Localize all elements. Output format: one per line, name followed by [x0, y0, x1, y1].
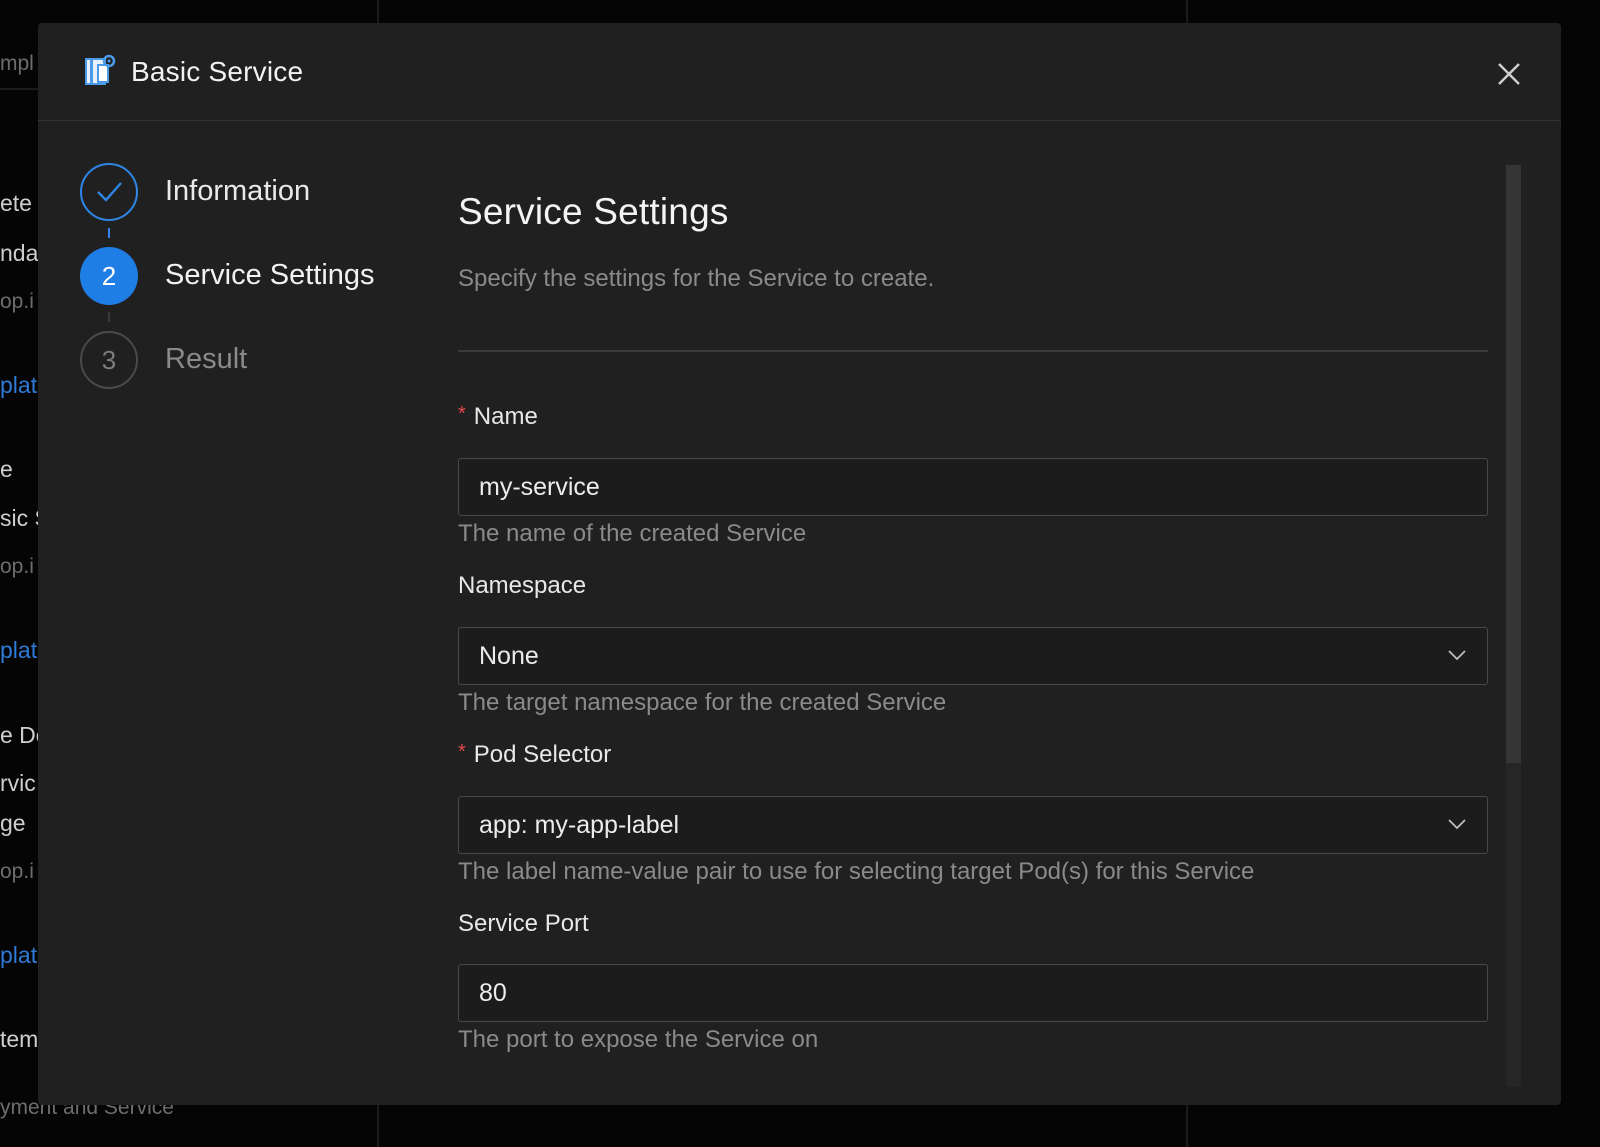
- bg-text: nda: [0, 240, 39, 266]
- step-label: Result: [165, 343, 248, 375]
- name-field-label: * Name: [458, 403, 538, 430]
- bg-text: op.i: [0, 860, 34, 883]
- pod-selector-selected-value: app: my-app-label: [479, 811, 680, 839]
- pod-selector-helper-text: The label name-value pair to use for sel…: [458, 858, 1255, 885]
- namespace-select[interactable]: None: [458, 627, 1488, 685]
- section-description: Specify the settings for the Service to …: [458, 265, 935, 292]
- step-number-badge: 2: [80, 247, 138, 305]
- service-port-input-wrapper: [458, 964, 1488, 1022]
- step-number-badge: 3: [80, 331, 138, 389]
- basic-service-dialog: Basic Service Information 2 Service Sett…: [38, 23, 1561, 1105]
- name-input-wrapper: [458, 458, 1488, 516]
- bg-text: op.i: [0, 290, 34, 313]
- name-input[interactable]: [459, 459, 1487, 515]
- pod-selector-select[interactable]: app: my-app-label: [458, 796, 1488, 854]
- bg-text: e: [0, 456, 13, 482]
- service-port-helper-text: The port to expose the Service on: [458, 1026, 819, 1053]
- step-complete-indicator: [80, 163, 138, 221]
- required-marker: *: [458, 403, 466, 425]
- chevron-down-icon: [1448, 650, 1466, 661]
- scrollbar-thumb[interactable]: [1506, 165, 1521, 763]
- chevron-down-icon: [1448, 819, 1466, 830]
- template-gear-icon: [83, 53, 117, 87]
- bg-text: rvic: [0, 770, 36, 796]
- bg-text: op.i: [0, 555, 34, 578]
- form-scrollbar[interactable]: [1506, 165, 1521, 1087]
- service-port-input[interactable]: [459, 965, 1487, 1021]
- service-port-field-label: Service Port: [458, 910, 589, 937]
- step-label: Information: [165, 175, 311, 207]
- step-label: Service Settings: [165, 259, 375, 291]
- bg-text: ete: [0, 190, 32, 216]
- name-helper-text: The name of the created Service: [458, 520, 807, 547]
- bg-row-divider: [0, 88, 38, 90]
- namespace-helper-text: The target namespace for the created Ser…: [458, 689, 947, 716]
- dialog-header: Basic Service: [38, 23, 1561, 121]
- section-divider: [458, 350, 1488, 352]
- namespace-selected-value: None: [479, 642, 539, 670]
- close-icon[interactable]: [1496, 61, 1522, 87]
- checkmark-icon: [97, 182, 122, 202]
- step-connector: [108, 228, 110, 238]
- bg-text: mpl: [0, 52, 34, 75]
- bg-text: ge: [0, 810, 26, 836]
- bg-text: tem: [0, 1026, 39, 1052]
- step-connector: [108, 312, 110, 322]
- section-title: Service Settings: [458, 191, 729, 232]
- dialog-title: Basic Service: [131, 56, 304, 87]
- namespace-field-label: Namespace: [458, 572, 587, 599]
- pod-selector-field-label: * Pod Selector: [458, 741, 612, 768]
- required-marker: *: [458, 741, 466, 763]
